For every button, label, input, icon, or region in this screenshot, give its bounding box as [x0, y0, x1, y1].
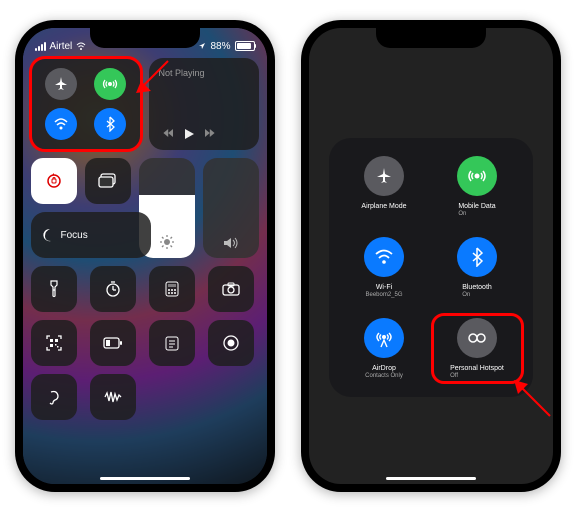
- bluetooth-icon: [457, 237, 497, 277]
- volume-slider[interactable]: [203, 158, 259, 258]
- screen-record-button[interactable]: [208, 320, 254, 366]
- screen-mirroring-button[interactable]: [85, 158, 131, 204]
- hearing-button[interactable]: [31, 374, 77, 420]
- wifi-toggle[interactable]: [45, 108, 77, 140]
- airplane-mode-toggle[interactable]: [45, 68, 77, 100]
- airdrop-item[interactable]: AirDropContacts Only: [343, 318, 426, 379]
- airplane-mode-item[interactable]: Airplane Mode: [343, 156, 426, 217]
- notes-button[interactable]: [149, 320, 195, 366]
- battery-icon: [235, 41, 255, 51]
- signal-bars-icon: [35, 42, 46, 51]
- wifi-icon: [76, 42, 86, 50]
- screen: Airtel 88% Not Playing: [23, 28, 267, 484]
- focus-button[interactable]: Focus: [31, 212, 151, 258]
- cellular-data-item[interactable]: Mobile DataOn: [436, 156, 519, 217]
- focus-label: Focus: [61, 230, 88, 241]
- speaker-icon: [223, 236, 239, 250]
- wifi-icon: [364, 237, 404, 277]
- notch: [376, 28, 486, 48]
- calculator-button[interactable]: [149, 266, 195, 312]
- cellular-icon: [457, 156, 497, 196]
- notch: [90, 28, 200, 48]
- voice-memos-button[interactable]: [90, 374, 136, 420]
- next-track-icon[interactable]: [205, 129, 215, 139]
- phone-right: Airplane Mode Mobile DataOn Wi-FiBeebom2…: [301, 20, 561, 492]
- airplane-icon: [364, 156, 404, 196]
- moon-icon: [41, 228, 55, 242]
- location-icon: [198, 42, 206, 50]
- airdrop-icon: [364, 318, 404, 358]
- bluetooth-item[interactable]: BluetoothOn: [436, 237, 519, 298]
- annotation-arrow: [508, 374, 553, 424]
- screen: Airplane Mode Mobile DataOn Wi-FiBeebom2…: [309, 28, 553, 484]
- annotation-arrow: [133, 56, 173, 96]
- hotspot-icon: [457, 318, 497, 358]
- connectivity-tile[interactable]: [31, 58, 141, 150]
- qr-scanner-button[interactable]: [31, 320, 77, 366]
- low-power-button[interactable]: [90, 320, 136, 366]
- bluetooth-toggle[interactable]: [94, 108, 126, 140]
- home-indicator[interactable]: [386, 477, 476, 480]
- flashlight-button[interactable]: [31, 266, 77, 312]
- orientation-lock-toggle[interactable]: [31, 158, 77, 204]
- wifi-item[interactable]: Wi-FiBeebom2_5G: [343, 237, 426, 298]
- battery-pct: 88%: [210, 41, 230, 52]
- cellular-data-toggle[interactable]: [94, 68, 126, 100]
- carrier-label: Airtel: [50, 41, 73, 52]
- play-icon[interactable]: [183, 128, 195, 140]
- home-indicator[interactable]: [100, 477, 190, 480]
- timer-button[interactable]: [90, 266, 136, 312]
- personal-hotspot-item[interactable]: Personal HotspotOff: [436, 318, 519, 379]
- phone-left: Airtel 88% Not Playing: [15, 20, 275, 492]
- camera-button[interactable]: [208, 266, 254, 312]
- prev-track-icon[interactable]: [163, 129, 173, 139]
- expanded-connectivity-panel: Airplane Mode Mobile DataOn Wi-FiBeebom2…: [329, 138, 533, 397]
